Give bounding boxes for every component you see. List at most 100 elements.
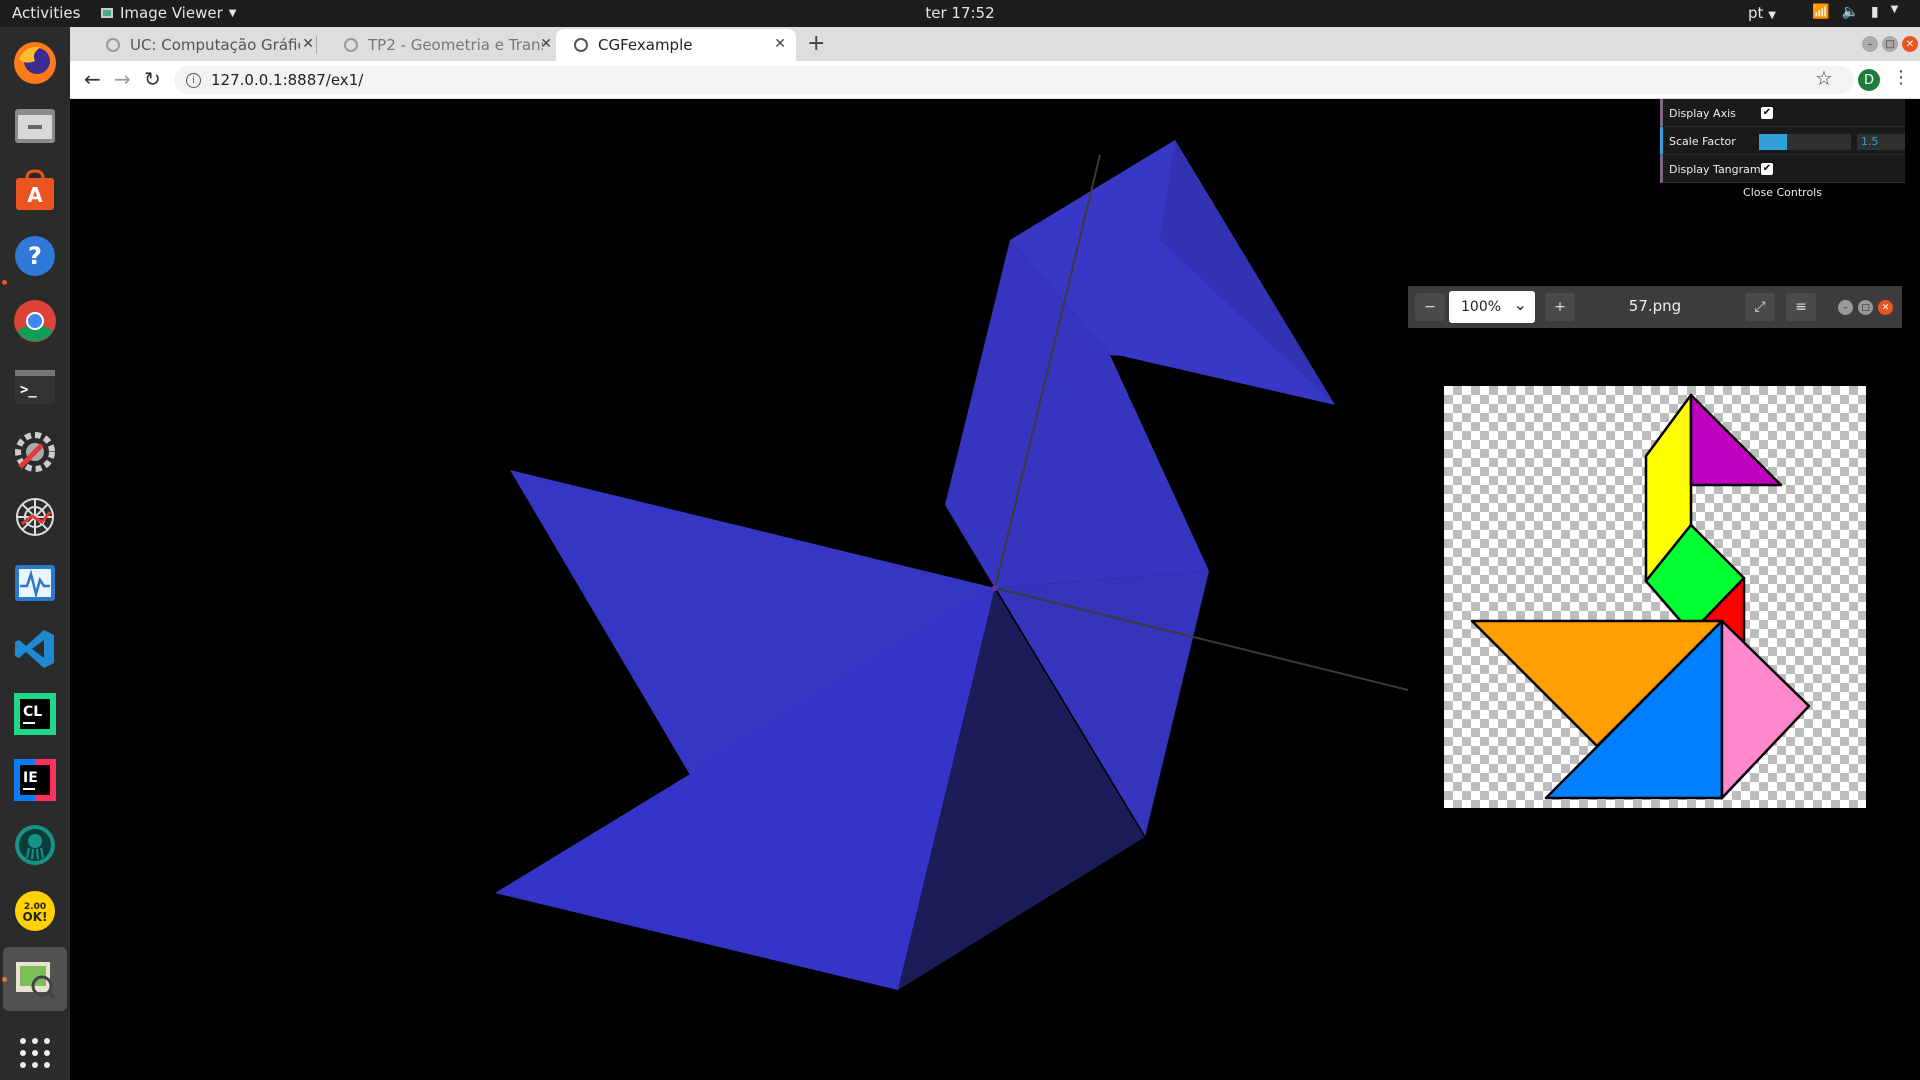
tab-uc-computacao-grafica[interactable]: UC: Computação Gráfica ✕: [88, 29, 324, 61]
app-menu-label: Image Viewer: [120, 4, 223, 22]
svg-text:CL: CL: [23, 704, 42, 720]
volume-icon: 🔈: [1841, 4, 1859, 20]
files-icon[interactable]: [9, 100, 61, 152]
tab-title: CGFexample: [598, 36, 693, 54]
close-tab-icon[interactable]: ✕: [302, 36, 314, 52]
activities-button[interactable]: Activities: [12, 4, 80, 22]
menu-kebab-icon[interactable]: ⋮: [1892, 67, 1910, 88]
image-viewer-small-icon: [101, 8, 113, 18]
display-tangram-label: Display Tangram: [1669, 163, 1761, 176]
tangram-pink-triangle: [1720, 619, 1811, 800]
axis-origin: [992, 585, 998, 591]
battery-icon: ▮: [1870, 4, 1879, 20]
zoom-select[interactable]: 100% ⌄: [1449, 291, 1535, 323]
tab-cgfexample[interactable]: CGFexample ✕: [556, 29, 796, 61]
wifi-icon: 📶: [1812, 4, 1830, 20]
profile-avatar[interactable]: D: [1858, 69, 1880, 91]
display-axis-row: Display Axis ✔: [1660, 99, 1905, 127]
viewer-header-bar: − 100% ⌄ + 57.png ⤢ ≡ – □ ✕: [1408, 286, 1902, 328]
minimize-window-button[interactable]: –: [1838, 300, 1853, 315]
gitkraken-icon[interactable]: [9, 819, 61, 871]
globe-icon: [574, 38, 588, 52]
chevron-down-icon: ▼: [1768, 10, 1776, 21]
tangram-purple-triangle: [1689, 393, 1783, 487]
scale-factor-row: Scale Factor 1.5: [1660, 127, 1905, 155]
reload-icon[interactable]: ↻: [144, 67, 161, 91]
ubuntu-top-bar: Activities Image Viewer ▼ ter 17:52 pt ▼…: [0, 0, 1920, 27]
close-window-button[interactable]: ✕: [1878, 300, 1893, 315]
display-axis-label: Display Axis: [1669, 107, 1736, 120]
minimize-window-button[interactable]: –: [1862, 36, 1878, 52]
zoom-in-button[interactable]: +: [1545, 293, 1575, 321]
intellij-icon[interactable]: IE: [9, 754, 61, 806]
close-tab-icon[interactable]: ✕: [774, 36, 786, 52]
zoom-value: 100%: [1461, 299, 1502, 315]
dat-gui-panel: Display Axis ✔ Scale Factor 1.5 Display …: [1660, 99, 1905, 203]
address-bar[interactable]: i 127.0.0.1:8887/ex1/: [174, 66, 1854, 94]
app-menu[interactable]: Image Viewer ▼: [100, 4, 236, 22]
zoom-out-button[interactable]: −: [1415, 293, 1445, 321]
image-viewer-window: − 100% ⌄ + 57.png ⤢ ≡ – □ ✕: [1408, 286, 1902, 808]
svg-text:>_: >_: [20, 382, 37, 398]
desktop: Activities Image Viewer ▼ ter 17:52 pt ▼…: [0, 0, 1920, 1080]
hamburger-menu-icon[interactable]: ≡: [1786, 293, 1816, 321]
svg-text:IE: IE: [23, 770, 38, 786]
close-tab-icon[interactable]: ✕: [540, 36, 552, 52]
display-tangram-row: Display Tangram ✔: [1660, 155, 1905, 183]
spider-web-icon[interactable]: [9, 491, 61, 543]
chevron-down-icon: ▼: [1890, 4, 1899, 15]
software-center-icon[interactable]: A: [9, 165, 61, 217]
svg-text:?: ?: [28, 242, 42, 270]
maximize-window-button[interactable]: □: [1858, 300, 1873, 315]
scale-factor-slider[interactable]: [1759, 134, 1851, 150]
clock[interactable]: ter 17:52: [925, 4, 994, 22]
tab-title: TP2 - Geometria e Transfo: [368, 36, 543, 54]
system-tray[interactable]: 📶 🔈 ▮ ▼: [1812, 4, 1898, 20]
language-indicator[interactable]: pt ▼: [1748, 4, 1776, 22]
back-arrow-icon[interactable]: ←: [84, 67, 101, 91]
maximize-window-button[interactable]: □: [1882, 36, 1898, 52]
chevron-down-icon: ▼: [228, 7, 237, 19]
info-icon[interactable]: i: [186, 72, 201, 88]
chevron-down-icon: ⌄: [1513, 295, 1527, 314]
url-text: 127.0.0.1:8887/ex1/: [211, 71, 364, 89]
ok-icon[interactable]: 2.00 OK!: [9, 885, 61, 937]
system-monitor-icon[interactable]: [9, 557, 61, 609]
firefox-icon[interactable]: [9, 37, 61, 89]
settings-tool-icon[interactable]: [9, 426, 61, 478]
globe-icon: [106, 38, 120, 52]
tab-tp2-geometria[interactable]: TP2 - Geometria e Transfo ✕: [326, 29, 562, 61]
vscode-icon[interactable]: [9, 623, 61, 675]
tab-title: UC: Computação Gráfica: [130, 36, 300, 54]
close-controls-button[interactable]: Close Controls: [1660, 183, 1905, 203]
svg-text:A: A: [27, 183, 43, 207]
scale-factor-input[interactable]: 1.5: [1857, 134, 1905, 150]
terminal-icon[interactable]: >_: [9, 361, 61, 413]
svg-text:OK!: OK!: [23, 910, 48, 924]
display-axis-checkbox[interactable]: ✔: [1761, 107, 1773, 119]
show-apps-icon[interactable]: [9, 1027, 61, 1079]
chrome-icon[interactable]: [9, 295, 61, 347]
display-tangram-checkbox[interactable]: ✔: [1761, 163, 1773, 175]
scale-factor-label: Scale Factor: [1669, 135, 1736, 148]
clion-icon[interactable]: CL: [9, 688, 61, 740]
clock-container: ter 17:52: [0, 4, 1920, 22]
help-icon[interactable]: ?: [9, 230, 61, 282]
slider-fill: [1759, 134, 1787, 150]
tab-divider: [316, 36, 317, 54]
tangram-swan-figure: [1470, 393, 1811, 800]
running-indicator: [2, 280, 7, 285]
image-viewer-icon[interactable]: [3, 947, 67, 1011]
globe-icon: [344, 38, 358, 52]
new-tab-button[interactable]: +: [807, 31, 825, 56]
dock: A ? >_ CL IE 2.00 OK!: [0, 27, 70, 1080]
forward-arrow-icon[interactable]: →: [114, 67, 131, 91]
bookmark-star-icon[interactable]: ☆: [1815, 66, 1833, 90]
close-window-button[interactable]: ✕: [1902, 36, 1918, 52]
swan-tangram-3d: [495, 140, 1335, 990]
tab-strip: UC: Computação Gráfica ✕ TP2 - Geometria…: [70, 27, 1920, 61]
browser-toolbar: ← → ↻ i 127.0.0.1:8887/ex1/ ☆ D ⋮: [70, 61, 1920, 99]
fullscreen-icon[interactable]: ⤢: [1745, 293, 1775, 321]
tangram-image: [1444, 386, 1866, 808]
language-label: pt: [1748, 4, 1764, 22]
